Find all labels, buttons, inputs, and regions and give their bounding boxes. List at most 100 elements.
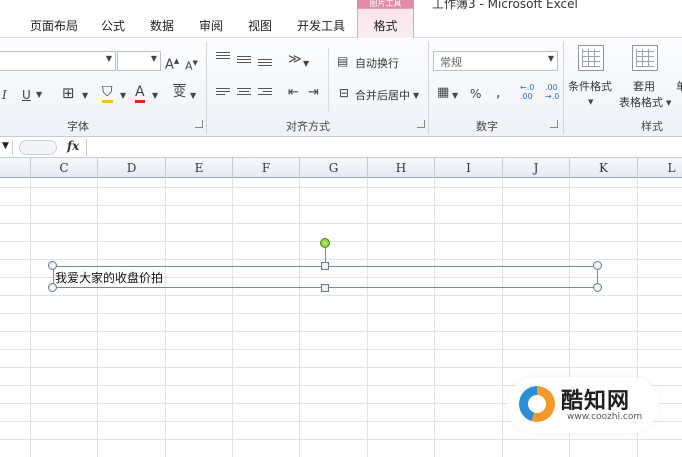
column-header[interactable]: I [435,158,503,178]
align-middle-icon[interactable] [237,56,251,68]
number-format-combo[interactable]: 常规 ▼ [433,51,558,71]
decrease-font-icon: A [185,59,193,73]
increase-font-size-button[interactable]: A▲ [165,53,179,73]
accounting-format-icon[interactable]: ▦ [437,85,449,101]
format-as-table-icon[interactable] [632,45,658,71]
align-center-icon[interactable] [237,88,251,100]
name-box-dropdown-icon[interactable]: ▼ [2,141,9,151]
chevron-down-icon: ▼ [547,54,554,63]
resize-handle-bottom[interactable] [321,284,329,292]
merge-center-icon[interactable]: ⊟ [339,85,349,101]
wrap-text-icon[interactable]: ▤ [337,53,348,69]
decrease-font-size-button[interactable]: A▼ [185,55,198,75]
font-name-combo[interactable]: ▼ [0,51,116,71]
watermark-url: www.coozhi.com [567,412,643,422]
rotation-handle[interactable] [320,238,330,248]
resize-handle-top[interactable] [321,262,329,270]
watermark-name: 酷知网 [561,389,631,414]
chevron-down-icon[interactable]: ▼ [588,94,593,110]
alignment-dialog-launcher-icon[interactable] [417,120,425,128]
window-title: 工作簿3 - Microsoft Excel [432,0,578,11]
column-header[interactable]: D [98,158,166,178]
conditional-formatting-icon[interactable] [578,45,604,71]
divider [328,48,329,112]
insert-function-button[interactable]: fx [67,139,79,153]
formula-bar: ▼ fx [0,137,682,158]
chevron-down-icon[interactable]: ▼ [666,95,671,111]
orientation-icon[interactable]: ≫ [288,52,302,68]
increase-decimal-icon[interactable]: ←.0.00 [520,83,534,101]
tab-review[interactable]: 审阅 [199,17,223,34]
gridline [299,178,300,457]
comma-style-button[interactable]: , [496,85,500,101]
chevron-down-icon[interactable]: ▼ [413,88,419,104]
wrap-text-button[interactable]: 自动换行 [355,55,399,71]
font-size-combo[interactable]: ▼ [117,51,161,71]
formula-bar-expander[interactable] [19,140,57,155]
rotation-connector [325,247,326,263]
group-divider [206,42,207,134]
resize-handle-bottom-left[interactable] [48,283,57,292]
group-divider [563,42,564,134]
font-dialog-launcher-icon[interactable] [195,120,203,128]
tab-data[interactable]: 数据 [150,17,174,34]
format-as-table-line2[interactable]: 表格格式 [619,94,663,110]
gridline [30,178,31,457]
tab-developer[interactable]: 开发工具 [297,17,345,34]
column-header[interactable]: G [300,158,368,178]
column-header[interactable]: C [31,158,98,178]
resize-handle-top-right[interactable] [593,261,602,270]
decrease-indent-icon[interactable]: ⇤ [288,85,299,101]
cell-styles-button[interactable]: 单 [676,78,682,94]
merge-center-button[interactable]: 合并后居中 [355,87,410,103]
alignment-group-label: 对齐方式 [286,120,330,133]
chevron-down-icon[interactable]: ▼ [36,87,42,103]
tab-format[interactable]: 格式 [357,8,414,39]
formula-input[interactable] [86,139,682,156]
tab-formulas[interactable]: 公式 [101,17,125,34]
align-top-icon[interactable] [216,52,230,64]
chevron-down-icon[interactable]: ▼ [82,88,88,104]
number-dialog-launcher-icon[interactable] [550,120,558,128]
tab-view[interactable]: 视图 [248,17,272,34]
increase-indent-icon[interactable]: ⇥ [308,85,319,101]
chevron-down-icon[interactable]: ▼ [303,56,309,72]
chevron-down-icon[interactable]: ▼ [152,88,158,104]
border-icon[interactable]: ⊞ [62,85,75,101]
coozhi-logo-icon [519,386,555,422]
chevron-down-icon: ▼ [150,54,157,63]
column-header[interactable]: H [368,158,435,178]
resize-handle-top-left[interactable] [48,261,57,270]
format-as-table-line1[interactable]: 套用 [633,78,655,94]
percent-button[interactable]: % [470,86,481,102]
align-left-icon[interactable] [216,88,230,100]
align-bottom-icon[interactable] [258,59,272,71]
column-header[interactable]: F [233,158,300,178]
tab-page-layout[interactable]: 页面布局 [30,17,78,34]
phonetic-guide-button[interactable]: 变 [173,85,186,101]
watermark: 酷知网 www.coozhi.com [507,377,659,433]
column-header[interactable]: L [638,158,682,178]
chevron-down-icon[interactable]: ▼ [452,88,458,104]
ribbon-tab-bar: 页面布局 公式 数据 审阅 视图 开发工具 图片工具 格式 工作簿3 - Mic… [0,0,682,39]
number-format-value: 常规 [440,56,462,69]
underline-button[interactable]: U [22,87,31,103]
italic-button[interactable]: I [2,87,7,103]
fill-color-icon[interactable]: ⛉ [102,84,113,103]
column-header-partial[interactable] [0,158,31,178]
text-box-content[interactable]: 我爱大家的收盘价拍 [55,269,163,286]
column-header[interactable]: J [503,158,570,178]
column-header[interactable]: E [166,158,233,178]
align-right-icon[interactable] [258,88,272,100]
chevron-down-icon[interactable]: ▼ [190,88,196,104]
gridline [165,178,166,457]
resize-handle-bottom-right[interactable] [593,283,602,292]
chevron-down-icon[interactable]: ▼ [120,88,126,104]
group-divider [428,42,429,134]
font-color-button[interactable]: A [135,84,145,103]
gridline [502,178,503,457]
column-header[interactable]: K [570,158,638,178]
column-headers: C D E F G H I J K L [0,158,682,178]
decrease-decimal-icon[interactable]: .00 →.0 [545,83,559,101]
conditional-formatting-button[interactable]: 条件格式 [568,78,612,94]
